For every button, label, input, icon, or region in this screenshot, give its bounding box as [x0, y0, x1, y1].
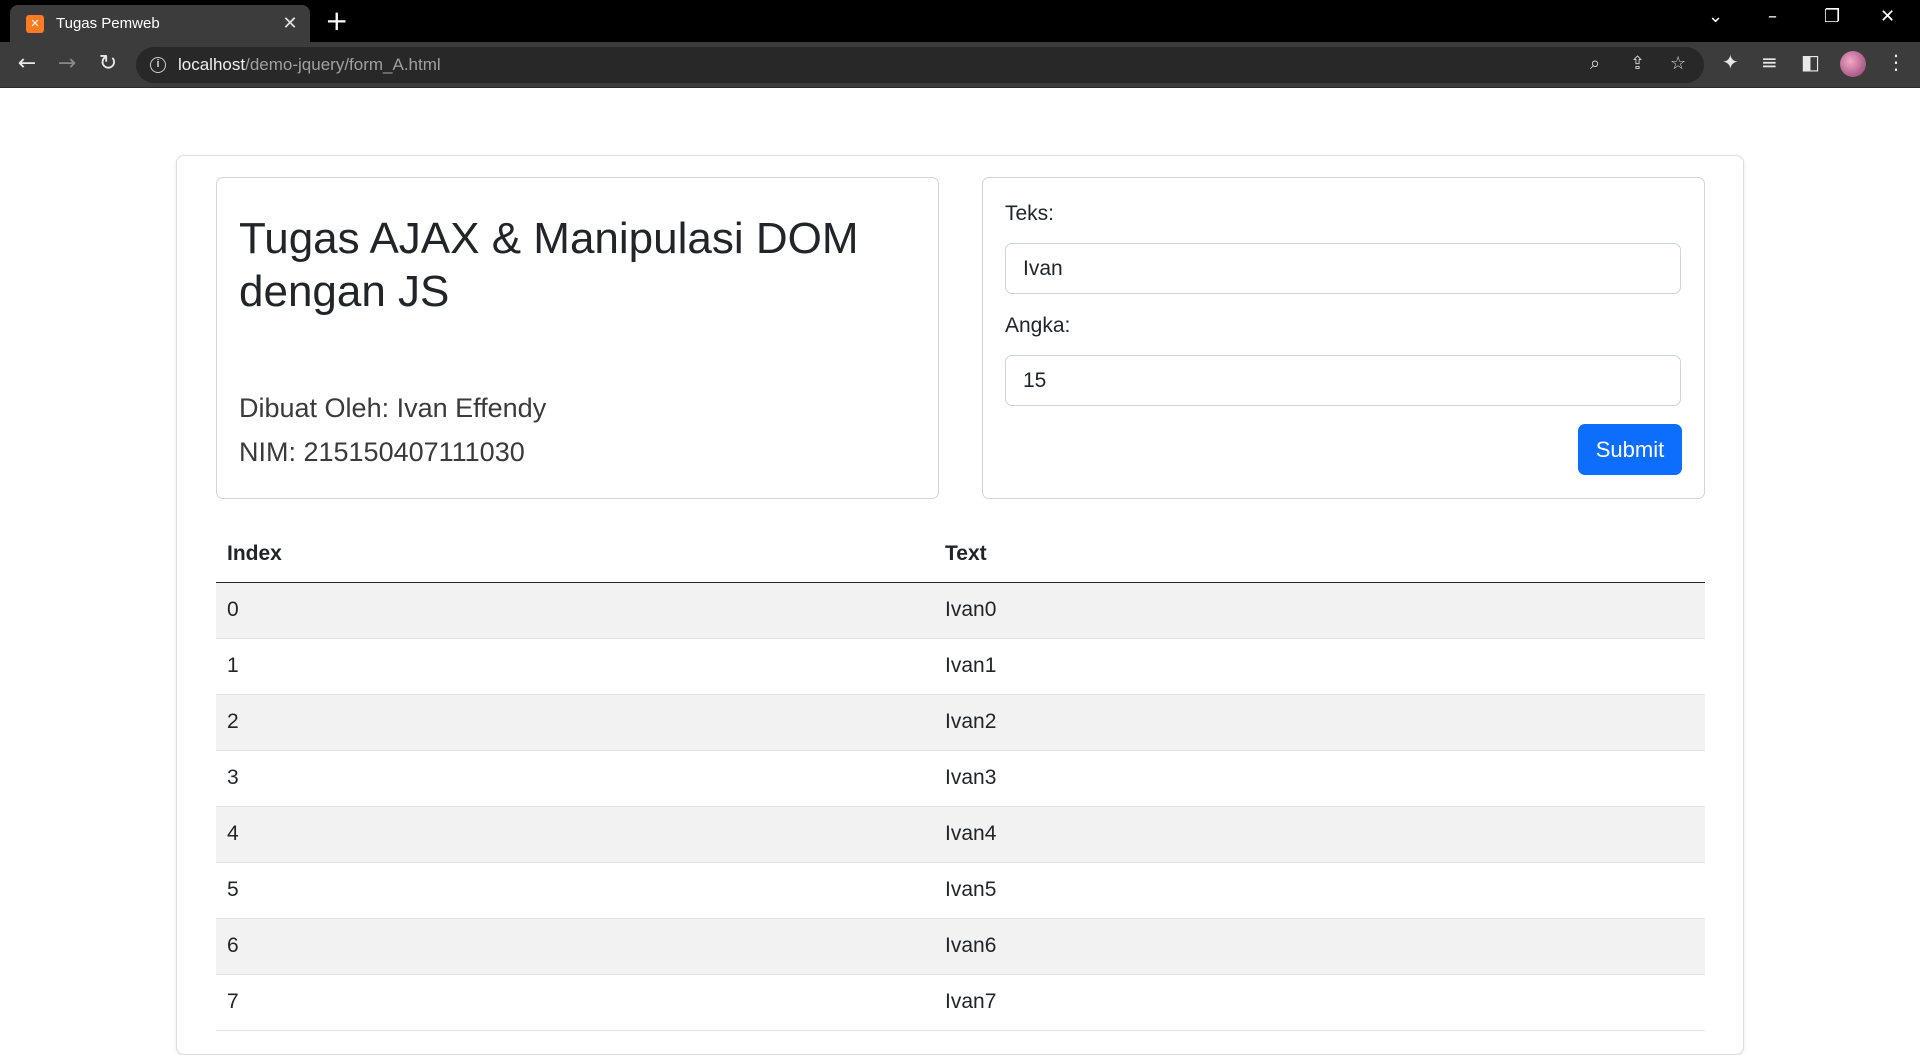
browser-tab[interactable]: ✕ Tugas Pemweb ✕: [10, 5, 310, 42]
address-bar[interactable]: i localhost/demo-jquery/form_A.html ⌕ ⇪ …: [136, 47, 1704, 83]
index-cell: 1: [216, 638, 934, 695]
index-cell: 7: [216, 974, 934, 1031]
extensions-icon[interactable]: ✦: [1722, 50, 1739, 74]
index-cell: 5: [216, 862, 934, 919]
media-control-icon[interactable]: ≡: [1761, 50, 1778, 74]
xampp-icon: ✕: [26, 14, 44, 33]
back-icon[interactable]: ←: [13, 51, 41, 77]
text-cell: Ivan5: [934, 862, 1705, 919]
index-cell: 6: [216, 918, 934, 975]
forward-icon[interactable]: →: [53, 51, 81, 77]
table-row: 3 Ivan3: [216, 750, 1705, 807]
page-title: Tugas AJAX & Manipulasi DOM dengan JS: [239, 214, 859, 316]
new-tab-icon[interactable]: +: [325, 7, 348, 35]
table-row: 0 Ivan0: [216, 582, 1705, 639]
submit-button[interactable]: Submit: [1578, 424, 1682, 475]
index-cell: 3: [216, 750, 934, 807]
table-header-row: Index Text: [216, 526, 1705, 583]
side-panel-icon[interactable]: ◧: [1801, 50, 1820, 74]
text-cell: Ivan3: [934, 750, 1705, 807]
text-cell: Ivan1: [934, 638, 1705, 695]
menu-kebab-icon[interactable]: ⋮: [1886, 50, 1906, 74]
profile-avatar[interactable]: [1840, 51, 1866, 77]
info-card: Tugas AJAX & Manipulasi DOM dengan JS Di…: [216, 177, 939, 499]
table-row: 7 Ivan7: [216, 974, 1705, 1031]
tab-title: Tugas Pemweb: [56, 15, 160, 32]
table-row: 5 Ivan5: [216, 862, 1705, 919]
page-content: Tugas AJAX & Manipulasi DOM dengan JS Di…: [0, 89, 1920, 1055]
index-cell: 4: [216, 806, 934, 863]
restore-icon[interactable]: ❐: [1824, 6, 1840, 27]
nim-text: NIM: 215150407111030: [239, 437, 525, 467]
table-row: 1 Ivan1: [216, 638, 1705, 695]
text-cell: Ivan7: [934, 974, 1705, 1031]
browser-toolbar: ← → ↻ i localhost/demo-jquery/form_A.htm…: [0, 42, 1920, 88]
table-row: 4 Ivan4: [216, 806, 1705, 863]
table-row: 6 Ivan6: [216, 918, 1705, 975]
teks-label: Teks:: [1005, 202, 1055, 225]
form-card: Teks: Angka: Submit: [982, 177, 1705, 499]
main-card: Tugas AJAX & Manipulasi DOM dengan JS Di…: [176, 155, 1744, 1055]
close-icon[interactable]: ✕: [280, 13, 300, 33]
window-close-icon[interactable]: ✕: [1880, 6, 1895, 27]
text-cell: Ivan6: [934, 918, 1705, 975]
text-header: Text: [934, 526, 1705, 583]
text-cell: Ivan2: [934, 694, 1705, 751]
index-cell: 0: [216, 582, 934, 639]
tab-search-chevron-icon[interactable]: ⌄: [1708, 6, 1723, 27]
minimize-icon[interactable]: –: [1768, 6, 1777, 27]
teks-input[interactable]: [1005, 243, 1681, 294]
zoom-icon[interactable]: ⌕: [1590, 53, 1600, 74]
reload-icon[interactable]: ↻: [94, 51, 122, 77]
text-cell: Ivan0: [934, 582, 1705, 639]
share-icon[interactable]: ⇪: [1630, 53, 1645, 74]
angka-label: Angka:: [1005, 314, 1071, 337]
table-row: 2 Ivan2: [216, 694, 1705, 751]
browser-tab-bar: ✕ Tugas Pemweb ✕ + ⌄ – ❐ ✕: [0, 0, 1920, 42]
angka-input[interactable]: [1005, 355, 1681, 406]
url-text: localhost/demo-jquery/form_A.html: [178, 55, 441, 74]
bookmark-star-icon[interactable]: ☆: [1670, 53, 1686, 74]
results-table: Index Text 0 Ivan0 1 Ivan1 2 Ivan2 3 Iva…: [216, 526, 1705, 1031]
index-cell: 2: [216, 694, 934, 751]
author-text: Dibuat Oleh: Ivan Effendy: [239, 393, 547, 423]
site-info-icon[interactable]: i: [150, 57, 166, 73]
text-cell: Ivan4: [934, 806, 1705, 863]
index-header: Index: [216, 526, 934, 583]
